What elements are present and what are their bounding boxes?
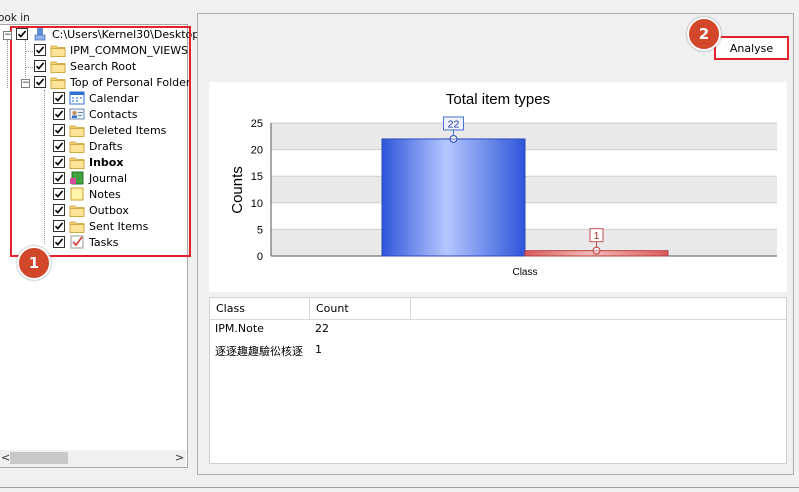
step-badge-2: 2 (687, 17, 721, 51)
step-badge-1: 1 (17, 246, 51, 280)
data-point-marker (449, 134, 458, 143)
collapse-icon[interactable]: − (3, 31, 12, 40)
bar (381, 138, 526, 257)
x-axis-title: Class (512, 267, 537, 278)
tree-line (7, 40, 8, 88)
scroll-left-icon[interactable]: < (1, 451, 10, 464)
cell-class: 逐逐趣趣驗彸核逐 (215, 345, 303, 358)
chart-title: Total item types (446, 91, 550, 108)
tree-horizontal-scrollbar[interactable]: < > (0, 450, 186, 467)
scroll-right-icon[interactable]: > (175, 451, 184, 464)
y-tick-label: 0 (257, 251, 263, 263)
cell-class: IPM.Note (215, 322, 264, 335)
grid-header: Class Count (210, 298, 786, 320)
data-label: 1 (594, 230, 600, 242)
y-tick-label: 25 (251, 118, 263, 130)
window-bottom-border (0, 487, 799, 488)
column-header-count[interactable]: Count (310, 298, 411, 319)
y-tick-label: 15 (251, 171, 263, 183)
data-label: 22 (448, 118, 460, 130)
analyse-button[interactable]: Analyse (714, 36, 789, 60)
scrollbar-thumb[interactable] (10, 452, 68, 464)
cell-count: 22 (315, 322, 329, 335)
column-header-class[interactable]: Class (210, 298, 310, 319)
collapse-icon[interactable]: − (21, 79, 30, 88)
y-tick-label: 5 (257, 224, 263, 236)
item-types-chart: 0 5 10 15 20 25 Total item types Counts Class 22 1 (229, 91, 777, 278)
y-tick-label: 10 (251, 198, 263, 210)
y-tick-label: 20 (251, 145, 263, 157)
y-axis-title: Counts (229, 166, 246, 214)
highlight-box-tree (10, 26, 191, 257)
results-grid: Class Count IPM.Note 22 逐逐趣趣驗彸核逐 1 (209, 297, 787, 464)
look-in-label: ook in (0, 12, 30, 24)
chart-container: 0 5 10 15 20 25 Total item types Counts Class 22 1 (209, 82, 787, 292)
data-point-marker (592, 246, 601, 255)
cell-count: 1 (315, 343, 322, 356)
